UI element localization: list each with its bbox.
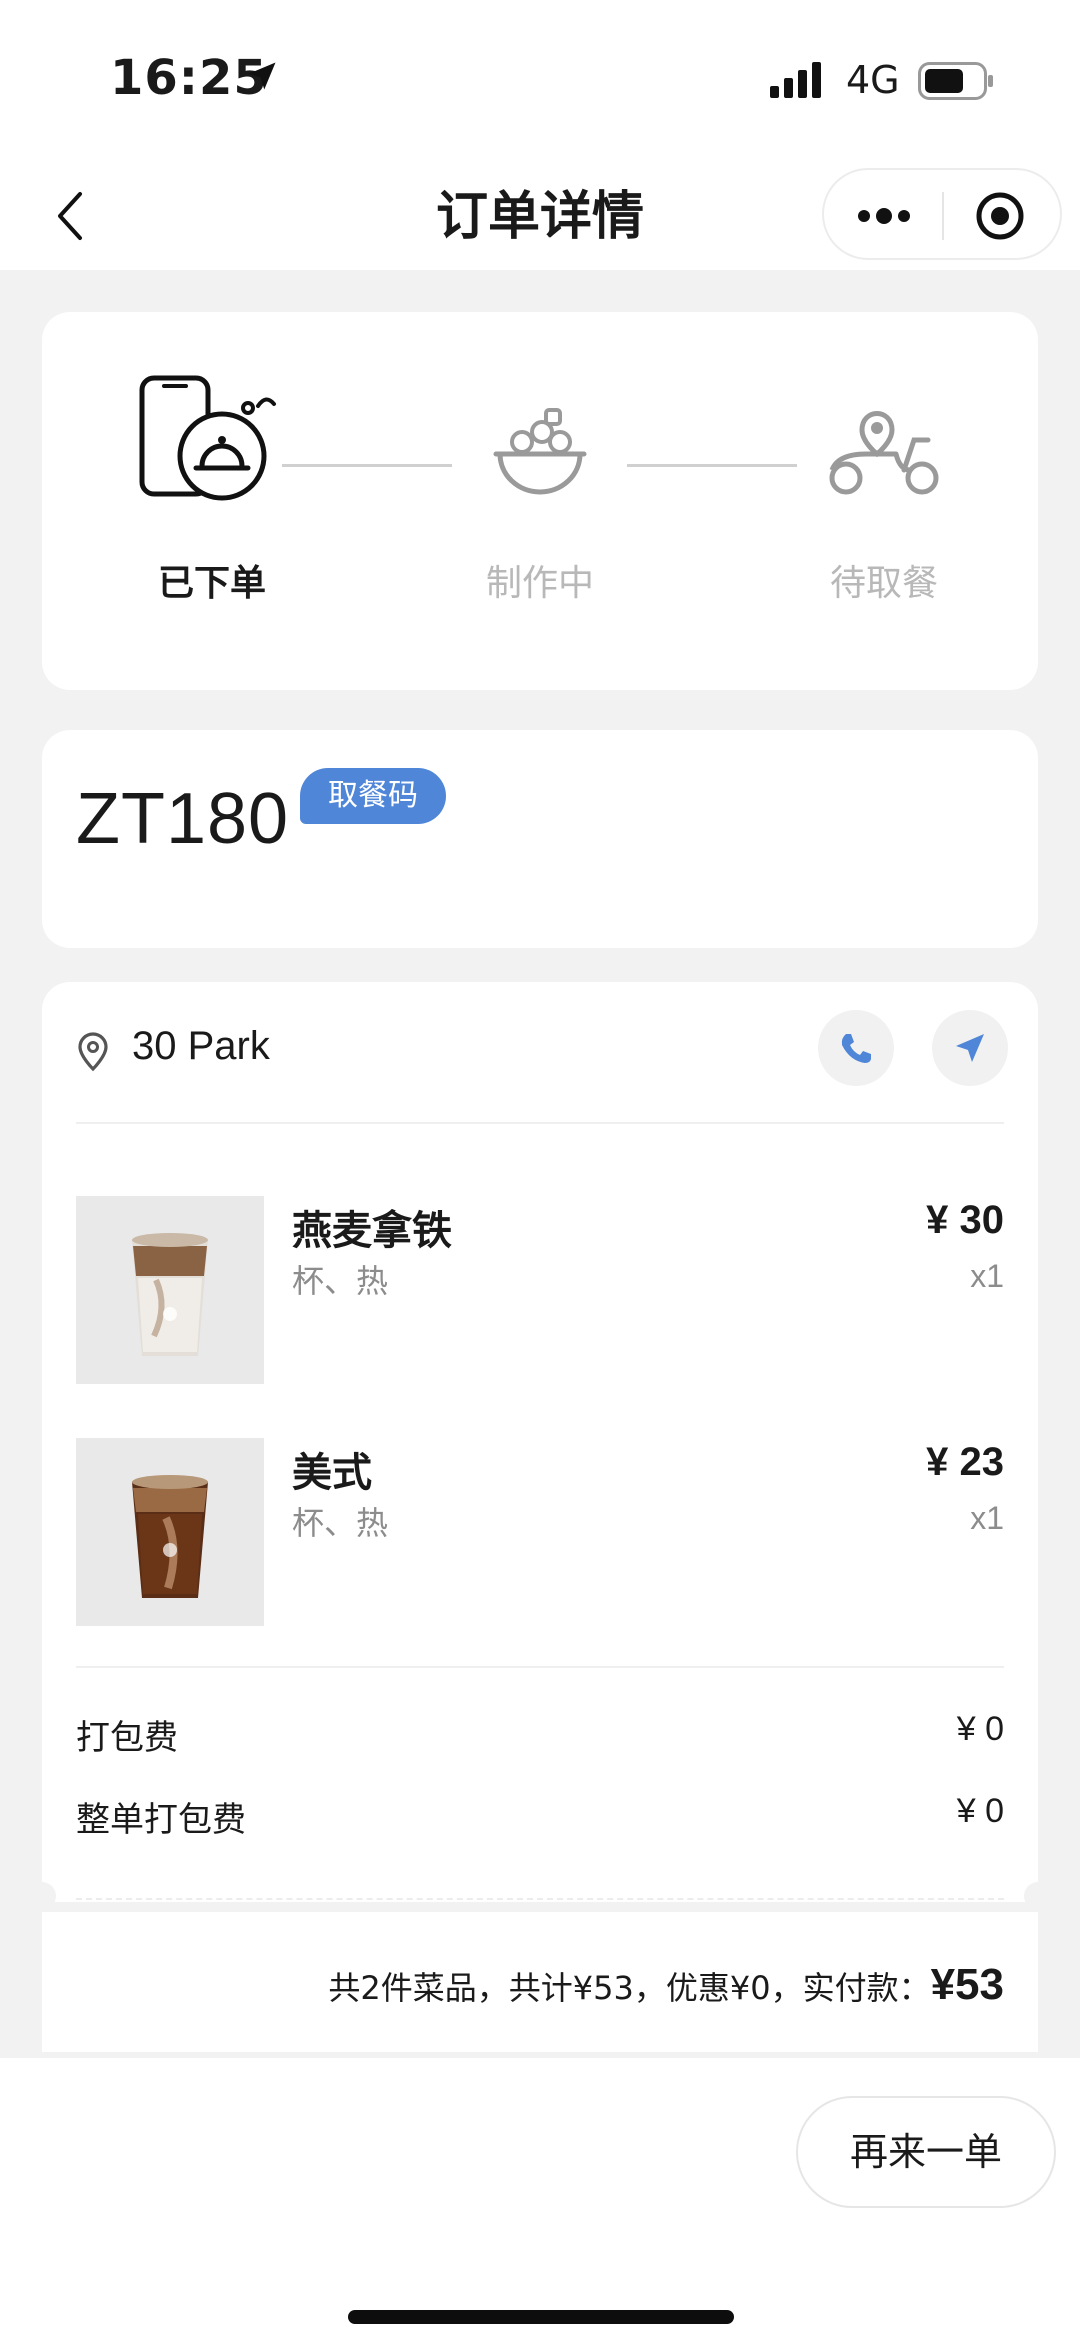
- network-type: 4G: [846, 58, 900, 102]
- miniprogram-capsule: [822, 168, 1062, 260]
- location-arrow-icon: [248, 62, 276, 90]
- fee-value: ¥ 0: [956, 1710, 1004, 1748]
- packaging-fee-row: 打包费 ¥ 0: [76, 1710, 1004, 1760]
- progress-connector: [627, 464, 797, 467]
- pickup-code-card: ZT180 取餐码: [42, 730, 1038, 948]
- item-price: ¥ 30: [926, 1198, 1004, 1242]
- item-spec: 杯、热: [292, 1504, 389, 1542]
- item-name: 燕麦拿铁: [292, 1208, 452, 1254]
- scooter-delivery-icon: [829, 411, 939, 495]
- bottom-action-bar: 再来一单: [0, 2058, 1080, 2341]
- fee-value: ¥ 0: [956, 1792, 1004, 1830]
- order-progress-card: 已下单 制作中 待取餐: [42, 312, 1038, 690]
- item-price: ¥ 23: [926, 1440, 1004, 1484]
- status-bar: 16:25 4G: [0, 0, 1080, 160]
- home-indicator: [348, 2310, 734, 2324]
- progress-connector: [282, 464, 452, 467]
- step-label-ready: 待取餐: [829, 563, 938, 604]
- divider: [76, 1122, 1004, 1124]
- order-summary: 共2件菜品，共计¥53，优惠¥0，实付款：¥53: [328, 1960, 1004, 2010]
- close-miniprogram-icon[interactable]: [972, 188, 1028, 244]
- total-paid: ¥53: [930, 1960, 1004, 2009]
- store-name: 30 Park: [132, 1024, 270, 1068]
- fee-label: 打包费: [76, 1718, 178, 1758]
- order-summary-card: 共2件菜品，共计¥53，优惠¥0，实付款：¥53: [42, 1912, 1038, 2052]
- item-quantity: x1: [970, 1500, 1004, 1536]
- order-details-card: 30 Park 燕麦拿铁 杯、热 ¥ 30 x1 美式 杯、热 ¥ 23 x1 …: [42, 982, 1038, 1902]
- item-spec: 杯、热: [292, 1262, 389, 1300]
- item-name: 美式: [292, 1450, 372, 1496]
- navigate-button[interactable]: [932, 1010, 1008, 1086]
- americano-image: [76, 1438, 264, 1626]
- dashed-separator: [76, 1898, 1004, 1900]
- item-quantity: x1: [970, 1258, 1004, 1294]
- fee-label: 整单打包费: [76, 1800, 246, 1840]
- summary-text: 共2件菜品，共计¥53，优惠¥0，实付款：: [328, 1969, 931, 2007]
- nav-bar: 订单详情: [0, 160, 1080, 270]
- battery-icon: [918, 62, 993, 100]
- step-label-placed: 已下单: [157, 563, 266, 604]
- navigation-arrow-icon: [956, 1034, 984, 1062]
- order-item: 燕麦拿铁 杯、热 ¥ 30 x1: [76, 1196, 1004, 1384]
- ticket-notch-right: [1024, 1882, 1052, 1910]
- pickup-code-badge: 取餐码: [300, 768, 446, 824]
- phone-icon: [841, 1034, 871, 1063]
- cellular-signal-icon: [770, 62, 821, 98]
- pickup-code: ZT180: [76, 779, 290, 859]
- ticket-notch-left: [28, 1882, 56, 1910]
- location-pin-icon: [78, 1032, 108, 1072]
- order-packaging-fee-row: 整单打包费 ¥ 0: [76, 1792, 1004, 1842]
- divider: [76, 1666, 1004, 1668]
- preparing-bowl-icon: [493, 408, 587, 495]
- reorder-button[interactable]: 再来一单: [796, 2096, 1056, 2208]
- capsule-divider: [942, 192, 944, 240]
- call-store-button[interactable]: [818, 1010, 894, 1086]
- oat-latte-image: [76, 1196, 264, 1384]
- more-options-icon[interactable]: [848, 190, 920, 242]
- step-label-preparing: 制作中: [485, 563, 594, 604]
- order-item: 美式 杯、热 ¥ 23 x1: [76, 1438, 1004, 1626]
- order-placed-icon: [139, 375, 276, 501]
